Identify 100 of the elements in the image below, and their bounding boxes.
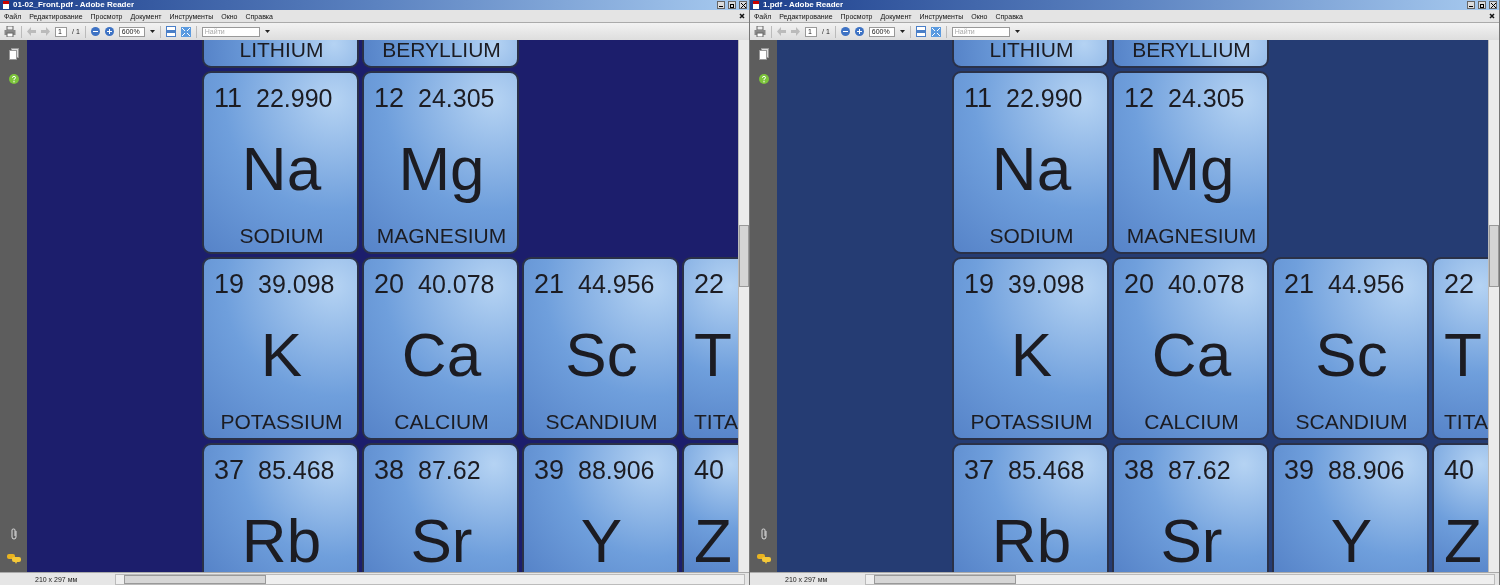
element-name: CALCIUM bbox=[1144, 410, 1239, 434]
element-name: SODIUM bbox=[989, 224, 1074, 248]
element-name: CALCIUM bbox=[394, 410, 489, 434]
atomic-weight: 85.468 bbox=[258, 456, 335, 485]
atomic-weight: 87.62 bbox=[418, 456, 481, 485]
caret-icon[interactable] bbox=[899, 30, 905, 33]
atomic-weight: 22.990 bbox=[1006, 84, 1083, 113]
atomic-number: 37 bbox=[214, 455, 245, 486]
atomic-weight: 22.990 bbox=[256, 84, 333, 113]
element-symbol: Y bbox=[580, 510, 623, 572]
element-symbol: T bbox=[694, 324, 732, 386]
scrollbar-thumb[interactable] bbox=[739, 225, 749, 287]
element-symbol: Ca bbox=[401, 324, 482, 386]
element-name: SCANDIUM bbox=[1295, 410, 1408, 434]
atomic-number: 21 bbox=[534, 269, 565, 300]
element-symbol: Z bbox=[1444, 510, 1482, 572]
element-symbol: Sr bbox=[1160, 510, 1223, 572]
full-screen-icon[interactable] bbox=[180, 26, 191, 37]
caret-icon[interactable] bbox=[1014, 30, 1020, 33]
element-symbol: Sc bbox=[1315, 324, 1388, 386]
scrollbar-thumb[interactable] bbox=[1489, 225, 1499, 287]
caret-icon[interactable] bbox=[264, 30, 270, 33]
atomic-weight: 39.098 bbox=[258, 270, 335, 299]
atomic-weight: 85.468 bbox=[1008, 456, 1085, 485]
comments-icon[interactable] bbox=[6, 554, 21, 564]
atomic-weight: 88.906 bbox=[1328, 456, 1405, 485]
atomic-number: 37 bbox=[964, 455, 995, 486]
element-symbol: Sr bbox=[410, 510, 473, 572]
element-name: LITHIUM bbox=[239, 40, 324, 62]
minimize-button[interactable] bbox=[717, 1, 725, 9]
comments-icon[interactable] bbox=[756, 554, 771, 564]
element-symbol: K bbox=[1010, 324, 1053, 386]
atomic-number: 12 bbox=[374, 83, 405, 114]
close-button[interactable] bbox=[1489, 1, 1497, 9]
minimize-button[interactable] bbox=[1467, 1, 1475, 9]
element-name: SODIUM bbox=[239, 224, 324, 248]
pdf-icon bbox=[2, 1, 10, 9]
atomic-number: 39 bbox=[1284, 455, 1315, 486]
atomic-number: 19 bbox=[964, 269, 995, 300]
atomic-number: 38 bbox=[1124, 455, 1155, 486]
zoom-out-icon[interactable] bbox=[90, 27, 100, 36]
atomic-number: 20 bbox=[374, 269, 405, 300]
element-symbol: Z bbox=[694, 510, 732, 572]
atomic-number: 12 bbox=[1124, 83, 1155, 114]
atomic-number: 19 bbox=[214, 269, 245, 300]
fit-page-icon[interactable] bbox=[915, 26, 926, 37]
atomic-weight: 40.078 bbox=[418, 270, 495, 299]
zoom-in-icon[interactable] bbox=[854, 27, 864, 36]
atomic-number: 22 bbox=[694, 269, 725, 300]
element-symbol: T bbox=[1444, 324, 1482, 386]
atomic-weight: 88.906 bbox=[578, 456, 655, 485]
horizontal-scrollbar[interactable] bbox=[115, 573, 745, 585]
atomic-weight: 24.305 bbox=[1168, 84, 1245, 113]
element-symbol: Sc bbox=[565, 324, 638, 386]
zoom-out-icon[interactable] bbox=[840, 27, 850, 36]
restore-button[interactable] bbox=[728, 1, 736, 9]
help-icon[interactable] bbox=[8, 74, 19, 84]
help-icon[interactable] bbox=[758, 74, 769, 84]
element-symbol: Na bbox=[241, 138, 322, 200]
atomic-number: 22 bbox=[1444, 269, 1475, 300]
fit-page-icon[interactable] bbox=[165, 26, 176, 37]
atomic-number: 20 bbox=[1124, 269, 1155, 300]
close-icon[interactable] bbox=[1489, 13, 1495, 19]
atomic-number: 38 bbox=[374, 455, 405, 486]
element-symbol: K bbox=[260, 324, 303, 386]
element-symbol: Ca bbox=[1151, 324, 1232, 386]
restore-button[interactable] bbox=[1478, 1, 1486, 9]
atomic-weight: 44.956 bbox=[578, 270, 655, 299]
atomic-number: 40 bbox=[694, 455, 725, 486]
window-title: 01-02_Front.pdf - Adobe Reader bbox=[13, 0, 136, 10]
horizontal-scrollbar[interactable] bbox=[865, 573, 1495, 585]
window-title: 1.pdf - Adobe Reader bbox=[763, 0, 845, 10]
paperclip-icon[interactable] bbox=[8, 528, 19, 540]
restore-icon bbox=[1479, 2, 1485, 8]
atomic-number: 39 bbox=[534, 455, 565, 486]
full-screen-icon[interactable] bbox=[930, 26, 941, 37]
scrollbar-thumb[interactable] bbox=[124, 574, 266, 584]
element-name: MAGNESIUM bbox=[376, 224, 507, 248]
scrollbar-thumb[interactable] bbox=[874, 574, 1016, 584]
pages-icon[interactable] bbox=[8, 48, 19, 60]
element-symbol: Na bbox=[991, 138, 1072, 200]
vertical-scrollbar[interactable] bbox=[738, 40, 749, 572]
vertical-scrollbar[interactable] bbox=[1488, 40, 1499, 572]
close-icon bbox=[740, 2, 746, 8]
caret-icon[interactable] bbox=[149, 30, 155, 33]
atomic-number: 11 bbox=[214, 83, 243, 114]
pages-icon[interactable] bbox=[758, 48, 769, 60]
element-name: SCANDIUM bbox=[545, 410, 658, 434]
print-icon[interactable] bbox=[754, 26, 766, 37]
atomic-weight: 44.956 bbox=[1328, 270, 1405, 299]
close-icon[interactable] bbox=[739, 13, 745, 19]
element-name: POTASSIUM bbox=[220, 410, 343, 434]
paperclip-icon[interactable] bbox=[758, 528, 769, 540]
pdf-icon bbox=[752, 1, 760, 9]
print-icon[interactable] bbox=[4, 26, 16, 37]
element-name: POTASSIUM bbox=[970, 410, 1093, 434]
close-button[interactable] bbox=[739, 1, 747, 9]
zoom-in-icon[interactable] bbox=[104, 27, 114, 36]
element-name: TITA bbox=[694, 410, 738, 434]
atomic-number: 21 bbox=[1284, 269, 1315, 300]
